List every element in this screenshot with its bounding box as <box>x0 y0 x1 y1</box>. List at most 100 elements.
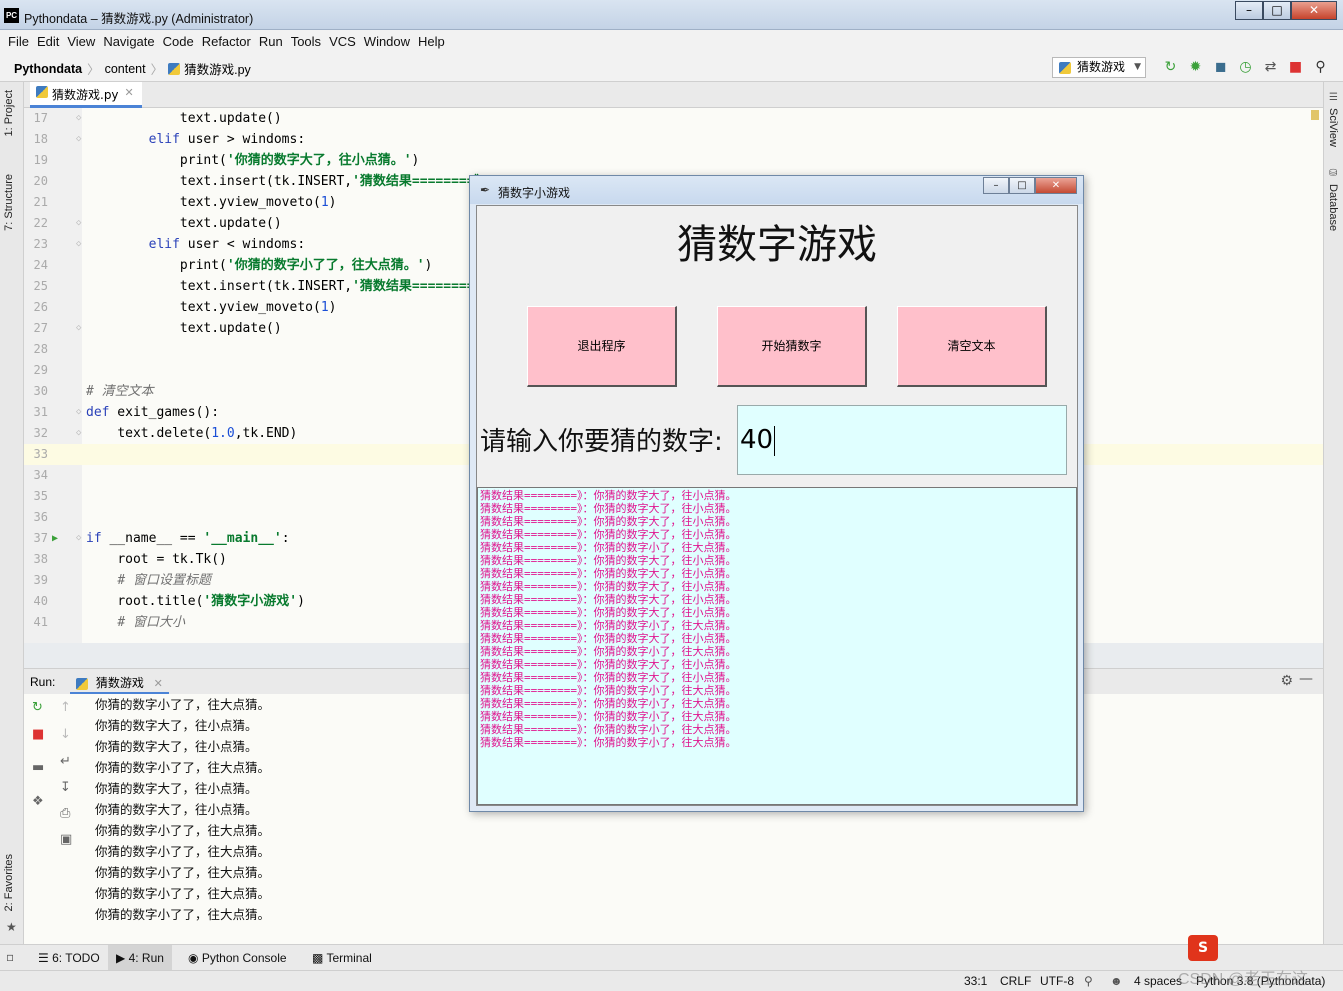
run-configuration-select[interactable]: 猜数游戏 ▼ <box>1052 57 1146 78</box>
fold-marker-icon[interactable]: ◇ <box>76 234 81 255</box>
line-number: 32 <box>33 426 48 440</box>
menu-tools[interactable]: Tools <box>291 34 321 49</box>
code-token: '猜数结果========》 <box>352 279 488 294</box>
breadcrumb: Pythondata 〉 content 〉 猜数游戏.py <box>14 59 251 78</box>
run-console-tools: ↻ ↑ ■ ↓ ↵ ▬ ↧ ❖ ⎙ ▣ <box>24 694 80 944</box>
result-line: 猜数结果========》：你猜的数字大了，往小点猜。 <box>480 632 737 645</box>
rerun-icon[interactable]: ↻ <box>32 700 43 715</box>
result-line: 猜数结果========》：你猜的数字小了，往大点猜。 <box>480 736 737 749</box>
line-number: 19 <box>33 153 48 167</box>
file-encoding[interactable]: UTF-8 <box>1040 974 1074 988</box>
line-number: 35 <box>33 489 48 503</box>
code-line[interactable]: 19 print('你猜的数字大了，往小点猜。') <box>24 150 1323 171</box>
trash-icon[interactable]: ▣ <box>60 832 72 847</box>
line-number: 41 <box>33 615 48 629</box>
build-icon[interactable]: ⇄ <box>1258 58 1283 76</box>
profile-icon[interactable]: ◷ <box>1233 58 1258 76</box>
tool-structure[interactable]: 7: Structure <box>3 174 15 231</box>
stop-icon[interactable]: ■ <box>1283 58 1308 76</box>
start-guess-button[interactable]: 开始猜数字 <box>717 306 867 387</box>
console-line: 你猜的数字小了了，往大点猜。 <box>95 886 271 901</box>
fold-marker-icon[interactable]: ◇ <box>76 318 81 339</box>
menu-help[interactable]: Help <box>418 34 445 49</box>
soft-wrap-icon[interactable]: ↵ <box>60 754 71 769</box>
tk-close-button[interactable]: ✕ <box>1035 177 1077 194</box>
close-icon[interactable]: ✕ <box>154 677 163 690</box>
editor-tab[interactable]: 猜数游戏.py ✕ <box>30 82 142 108</box>
line-number: 39 <box>33 573 48 587</box>
minimize-button[interactable]: – <box>1235 1 1263 20</box>
run-gutter-icon[interactable]: ▶ <box>52 528 58 549</box>
indent-setting[interactable]: 4 spaces <box>1134 974 1182 988</box>
pin-icon[interactable]: ❖ <box>32 794 44 809</box>
search-icon[interactable]: ⚲ <box>1308 58 1333 76</box>
code-token: text.update() <box>179 111 282 126</box>
code-line[interactable]: 17 ◇ text.update() <box>24 108 1323 129</box>
stop-icon[interactable]: ■ <box>32 727 44 742</box>
print-icon[interactable]: ⎙ <box>60 806 70 821</box>
tab-python-console[interactable]: ◉ Python Console <box>180 945 295 971</box>
exit-program-button[interactable]: 退出程序 <box>527 306 677 387</box>
rerun-icon[interactable]: ↻ <box>1158 58 1183 76</box>
code-token: 1.0 <box>211 426 235 441</box>
menu-window[interactable]: Window <box>364 34 410 49</box>
menu-run[interactable]: Run <box>259 34 283 49</box>
status-bar: 33:1 CRLF UTF-8 ⚲ ☻ 4 spaces Python 3.8 … <box>0 970 1343 991</box>
fold-marker-icon[interactable]: ◇ <box>76 108 81 129</box>
ide-title-bar: PC Pythondata – 猜数游戏.py (Administrator) … <box>0 0 1343 30</box>
line-separator[interactable]: CRLF <box>1000 974 1031 988</box>
guess-number-value: 40 <box>740 425 774 455</box>
tk-minimize-button[interactable]: – <box>983 177 1009 194</box>
console-line: 你猜的数字小了了，往大点猜。 <box>95 823 271 838</box>
fold-marker-icon[interactable]: ◇ <box>76 213 81 234</box>
code-token: '你猜的数字小了了，往大点猜。' <box>226 258 425 273</box>
menu-view[interactable]: View <box>67 34 95 49</box>
panel-toggle-icon[interactable]: ▫ <box>6 950 14 964</box>
menu-code[interactable]: Code <box>163 34 194 49</box>
debug-icon[interactable]: ✹ <box>1183 58 1208 76</box>
close-icon[interactable]: ✕ <box>125 86 134 99</box>
run-tab[interactable]: 猜数游戏 ✕ <box>70 669 169 695</box>
result-text-area[interactable]: 猜数结果========》：你猜的数字大了，往小点猜。 猜数结果========》… <box>477 487 1077 805</box>
coverage-icon[interactable]: ◼ <box>1208 58 1233 76</box>
menu-file[interactable]: File <box>8 34 29 49</box>
fold-marker-icon[interactable]: ◇ <box>76 528 81 549</box>
inspector-icon[interactable]: ☻ <box>1110 974 1123 988</box>
arrow-down-icon[interactable]: ↓ <box>60 727 71 742</box>
tab-run-label: 4: Run <box>128 951 164 965</box>
scroll-to-end-icon[interactable]: ↧ <box>60 780 71 795</box>
tab-run[interactable]: ▶ 4: Run <box>108 945 172 971</box>
tk-window-controls: – □ ✕ <box>983 177 1077 194</box>
caret-position[interactable]: 33:1 <box>964 974 987 988</box>
menu-refactor[interactable]: Refactor <box>202 34 251 49</box>
gear-icon[interactable]: ⚙ <box>1280 673 1293 689</box>
maximize-button[interactable]: □ <box>1263 1 1291 20</box>
tool-project[interactable]: 1: Project <box>3 90 15 136</box>
menu-vcs[interactable]: VCS <box>329 34 356 49</box>
guess-number-input[interactable]: 40 <box>737 405 1067 475</box>
tool-sciview[interactable]: SciView <box>1327 108 1339 147</box>
hide-panel-icon[interactable]: — <box>1299 671 1313 687</box>
tab-terminal[interactable]: ▩ Terminal <box>304 945 380 971</box>
fold-marker-icon[interactable]: ◇ <box>76 402 81 423</box>
clear-text-button[interactable]: 清空文本 <box>897 306 1047 387</box>
tab-todo[interactable]: ☰ 6: TODO <box>30 945 108 971</box>
arrow-up-icon[interactable]: ↑ <box>60 700 71 715</box>
layout-icon[interactable]: ▬ <box>32 760 44 775</box>
menu-edit[interactable]: Edit <box>37 34 59 49</box>
tool-database[interactable]: Database <box>1327 184 1339 231</box>
code-line[interactable]: 18 ◇ elif user > windoms: <box>24 129 1323 150</box>
tk-maximize-button[interactable]: □ <box>1009 177 1035 194</box>
close-button[interactable]: ✕ <box>1291 1 1337 20</box>
breadcrumb-file[interactable]: 猜数游戏.py <box>184 59 251 78</box>
tk-window-title: 猜数字小游戏 <box>498 186 571 200</box>
tool-favorites[interactable]: 2: Favorites <box>3 854 15 911</box>
lock-icon[interactable]: ⚲ <box>1084 974 1093 988</box>
fold-marker-icon[interactable]: ◇ <box>76 129 81 150</box>
breadcrumb-folder[interactable]: content <box>105 62 146 76</box>
line-number: 23 <box>33 237 48 251</box>
menu-navigate[interactable]: Navigate <box>103 34 154 49</box>
fold-marker-icon[interactable]: ◇ <box>76 423 81 444</box>
console-line: 你猜的数字大了，往小点猜。 <box>95 802 258 817</box>
breadcrumb-project[interactable]: Pythondata <box>14 62 82 76</box>
